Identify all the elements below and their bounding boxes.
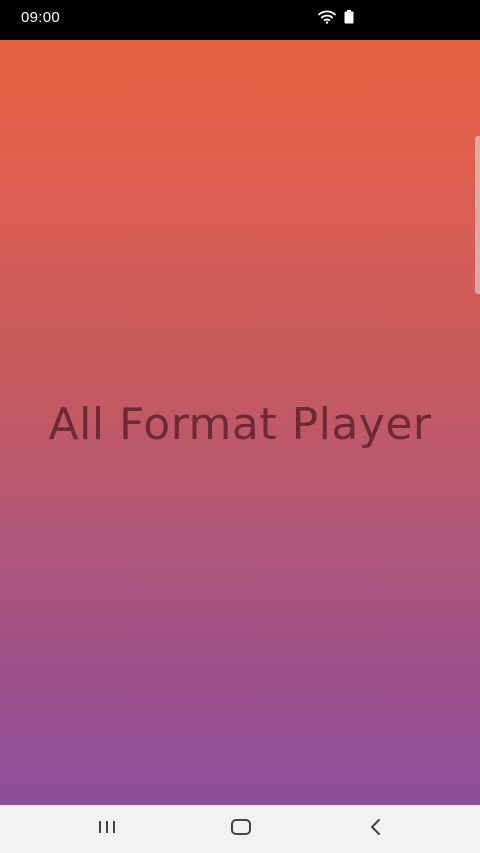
status-bar: 09:00	[0, 0, 480, 40]
recent-apps-button[interactable]	[93, 817, 121, 841]
home-icon	[230, 818, 252, 841]
navigation-bar	[0, 805, 480, 853]
status-time: 09:00	[21, 9, 61, 26]
edge-panel-handle[interactable]	[475, 136, 480, 294]
wifi-icon	[318, 10, 336, 29]
phone-screen: 09:00 All Format Player	[0, 0, 480, 853]
back-button[interactable]	[362, 817, 390, 841]
splash-screen: All Format Player	[0, 40, 480, 805]
app-title: All Format Player	[48, 399, 432, 450]
back-icon	[368, 818, 384, 841]
status-icons	[318, 10, 354, 29]
home-button[interactable]	[227, 817, 255, 841]
battery-icon	[344, 10, 354, 29]
recent-apps-icon	[97, 819, 117, 840]
